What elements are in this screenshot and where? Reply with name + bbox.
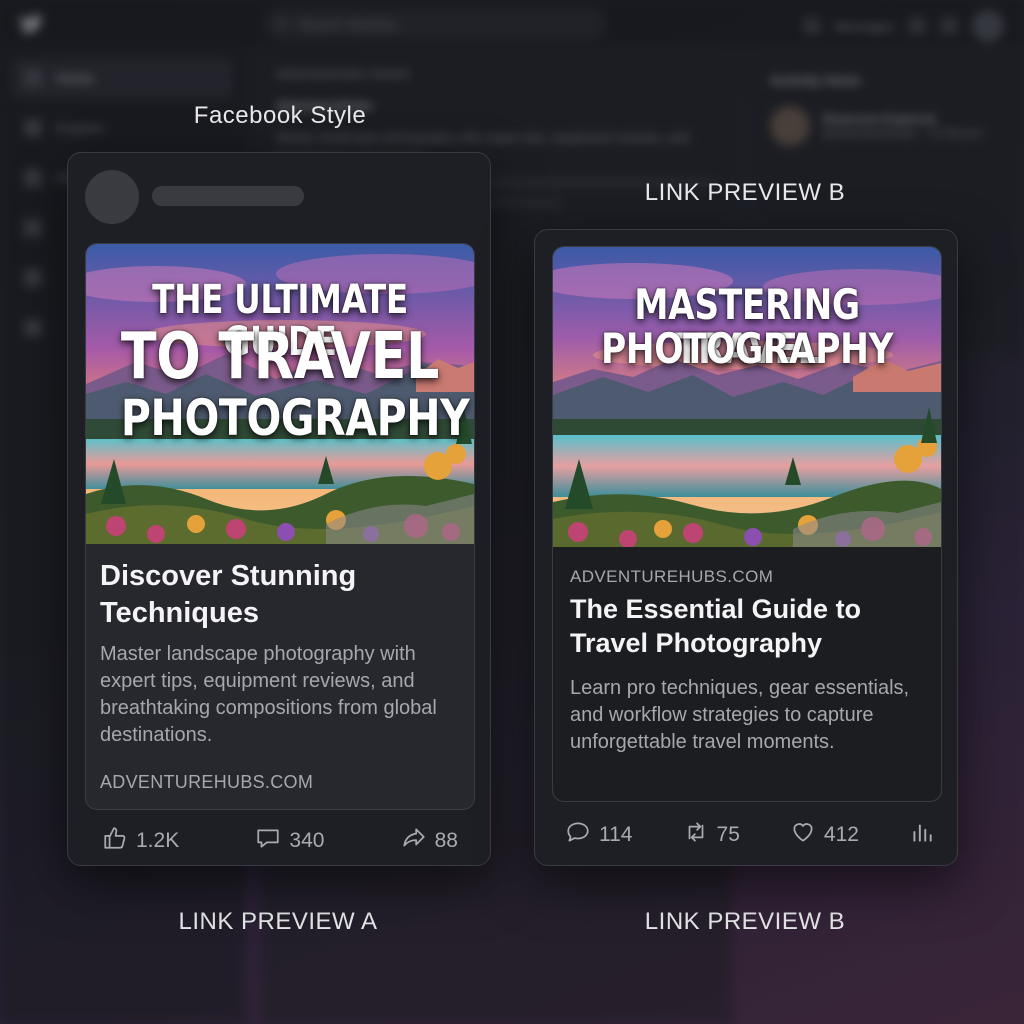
link-domain: ADVENTUREHUBS.COM bbox=[100, 772, 314, 792]
share-count: 88 bbox=[434, 829, 458, 852]
author-name-placeholder bbox=[152, 186, 304, 206]
background-topbar: ⚲ Search Adventu Messages bbox=[0, 0, 1024, 48]
explore-icon bbox=[24, 119, 42, 137]
caption-facebook-style: Facebook Style bbox=[193, 102, 367, 129]
retweet-count: 75 bbox=[716, 823, 740, 846]
bar-chart-icon bbox=[909, 819, 935, 851]
right-panel-title: Activity items bbox=[770, 72, 862, 88]
heart-icon bbox=[790, 819, 816, 851]
reply-button[interactable]: 114 bbox=[565, 819, 632, 851]
sidebar-item-label: Home bbox=[56, 70, 94, 86]
caption-link-preview-a: LINK PREVIEW A bbox=[178, 908, 378, 935]
comment-count: 340 bbox=[289, 829, 325, 852]
bird-logo-icon bbox=[16, 10, 44, 38]
avatar bbox=[770, 106, 810, 146]
post-actions: 1.2K 340 88 bbox=[102, 825, 458, 857]
avatar bbox=[972, 10, 1004, 42]
background-top-right: Messages bbox=[802, 10, 1004, 42]
reply-icon bbox=[565, 819, 591, 851]
reply-count: 114 bbox=[599, 823, 633, 846]
link-preview-card-a: THE ULTIMATE GUIDE TO TRAVEL PHOTOGRAPHY… bbox=[67, 152, 491, 866]
share-arrow-icon bbox=[401, 825, 427, 857]
right-panel-row-title: Showcase Explored bbox=[822, 112, 936, 126]
right-panel-row-sub: @AdventureHubs · 14 Recent bbox=[822, 126, 983, 140]
retweet-icon bbox=[683, 819, 709, 851]
link-description: Master landscape photography with expert… bbox=[100, 643, 437, 746]
retweet-button[interactable]: 75 bbox=[683, 819, 740, 851]
hero-title-line-2: PHOTOGRAPHY bbox=[600, 324, 894, 373]
thumbs-up-icon bbox=[102, 825, 128, 857]
share-button[interactable]: 88 bbox=[401, 825, 458, 857]
background-search-placeholder: Search Adventu bbox=[298, 16, 397, 32]
hero-title-line-2: TO TRAVEL bbox=[120, 320, 440, 394]
like-button[interactable]: 1.2K bbox=[102, 825, 179, 857]
search-icon: ⚲ bbox=[276, 16, 287, 32]
mail-icon bbox=[24, 269, 42, 287]
link-preview-b[interactable]: MASTERING TRAVEL PHOTOGRAPHY ADVENTUREHU… bbox=[552, 246, 942, 802]
hero-image: THE ULTIMATE GUIDE TO TRAVEL PHOTOGRAPHY bbox=[86, 244, 474, 544]
background-messages-label: Messages bbox=[834, 18, 894, 34]
link-headline[interactable]: Discover Stunning Techniques bbox=[100, 558, 460, 632]
settings-icon bbox=[908, 17, 926, 35]
profile-icon bbox=[24, 319, 42, 337]
caption-link-preview-b-top: LINK PREVIEW B bbox=[644, 179, 846, 206]
caption-link-preview-b: LINK PREVIEW B bbox=[644, 908, 846, 935]
link-preview-a[interactable]: THE ULTIMATE GUIDE TO TRAVEL PHOTOGRAPHY… bbox=[85, 243, 475, 810]
comment-icon bbox=[255, 825, 281, 857]
hero-title-line-3: PHOTOGRAPHY bbox=[120, 389, 470, 447]
right-panel-row: Showcase Explored @AdventureHubs · 14 Re… bbox=[756, 88, 1024, 146]
feed-header: AdventureHubs shared bbox=[276, 66, 409, 81]
link-domain: ADVENTUREHUBS.COM bbox=[570, 567, 774, 586]
link-description: Learn pro techniques, gear essentials, a… bbox=[570, 677, 910, 753]
link-preview-card-b: MASTERING TRAVEL PHOTOGRAPHY ADVENTUREHU… bbox=[534, 229, 958, 866]
home-icon bbox=[24, 69, 42, 87]
messages-icon bbox=[802, 17, 821, 35]
like-button[interactable]: 412 bbox=[790, 819, 859, 851]
analytics-button[interactable] bbox=[909, 819, 935, 851]
like-count: 412 bbox=[823, 823, 859, 846]
like-count: 1.2K bbox=[136, 829, 180, 852]
post-actions: 114 75 412 bbox=[565, 819, 935, 851]
background-search-input: ⚲ Search Adventu bbox=[264, 8, 606, 40]
notifications-icon bbox=[24, 169, 42, 187]
sidebar-item-home: Home bbox=[12, 58, 233, 98]
sidebar-item-label: Explore bbox=[56, 120, 104, 136]
avatar-placeholder bbox=[85, 170, 139, 224]
hero-image: MASTERING TRAVEL PHOTOGRAPHY bbox=[553, 247, 941, 548]
bell-icon bbox=[24, 219, 42, 237]
link-headline[interactable]: The Essential Guide to Travel Photograph… bbox=[570, 592, 930, 660]
comment-button[interactable]: 340 bbox=[255, 825, 324, 857]
bell-icon bbox=[940, 17, 958, 35]
